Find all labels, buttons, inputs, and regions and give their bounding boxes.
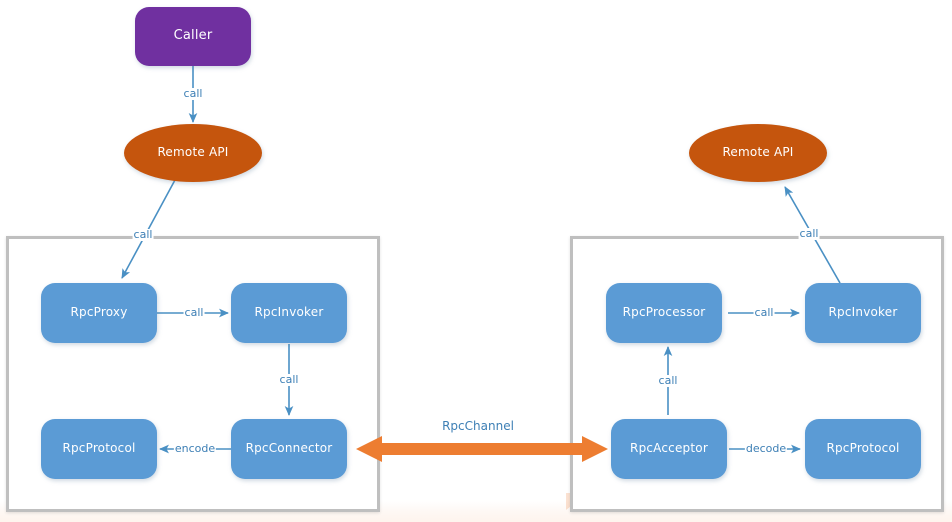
node-rpcconnector[interactable]: RpcConnector: [231, 419, 347, 479]
edge-label-acceptor-to-protocol: decode: [744, 442, 788, 455]
edge-label-rpcinvoker-to-rpcconnector: call: [278, 373, 300, 386]
edge-label-remote-api-to-rpcproxy: call: [132, 228, 154, 241]
node-rpcprotocol-client-label: RpcProtocol: [62, 441, 136, 456]
node-rpcinvoker-client[interactable]: RpcInvoker: [231, 283, 347, 343]
diagram-canvas: Caller Remote API RpcProxy RpcInvoker Rp…: [0, 0, 952, 522]
node-rpcproxy-label: RpcProxy: [70, 305, 128, 320]
node-rpcacceptor[interactable]: RpcAcceptor: [611, 419, 727, 479]
node-rpcinvoker-server-label: RpcInvoker: [828, 305, 898, 320]
node-rpcprocessor-label: RpcProcessor: [622, 305, 706, 320]
node-rpcprotocol-server[interactable]: RpcProtocol: [805, 419, 921, 479]
edge-label-acceptor-to-processor: call: [657, 374, 679, 387]
node-rpcacceptor-label: RpcAcceptor: [630, 441, 708, 456]
node-rpcprotocol-server-label: RpcProtocol: [826, 441, 900, 456]
edge-label-connector-to-protocol: encode: [173, 442, 217, 455]
edge-label-rpcproxy-to-rpcinvoker: call: [183, 306, 205, 319]
node-caller[interactable]: Caller: [135, 7, 251, 66]
node-rpcprocessor[interactable]: RpcProcessor: [606, 283, 722, 343]
node-rpcconnector-label: RpcConnector: [245, 441, 333, 456]
node-rpcinvoker-server[interactable]: RpcInvoker: [805, 283, 921, 343]
edge-label-invoker-to-remote-api: call: [798, 227, 820, 240]
node-remote-api-client-label: Remote API: [157, 145, 229, 160]
node-remote-api-client[interactable]: Remote API: [124, 124, 262, 182]
node-remote-api-server[interactable]: Remote API: [689, 124, 827, 182]
node-rpcinvoker-client-label: RpcInvoker: [254, 305, 324, 320]
node-caller-label: Caller: [173, 28, 213, 44]
node-rpcprotocol-client[interactable]: RpcProtocol: [41, 419, 157, 479]
edge-label-caller-to-remote-api: call: [182, 87, 204, 100]
node-rpcproxy[interactable]: RpcProxy: [41, 283, 157, 343]
edge-label-rpc-channel: RpcChannel: [442, 419, 514, 433]
node-remote-api-server-label: Remote API: [722, 145, 794, 160]
edge-label-processor-to-invoker: call: [753, 306, 775, 319]
